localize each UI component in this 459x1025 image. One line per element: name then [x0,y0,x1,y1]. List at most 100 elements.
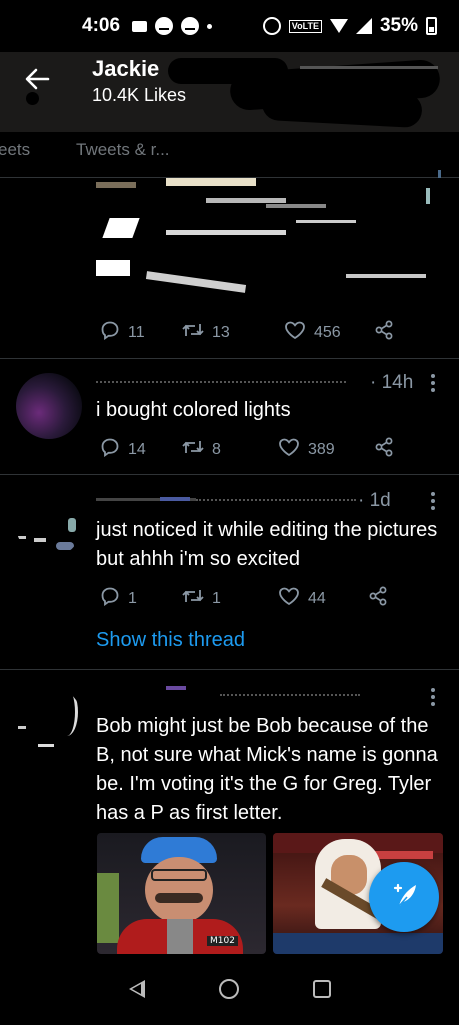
messenger-icon-2 [181,17,200,35]
like-button[interactable]: 44 [278,586,368,611]
share-icon [374,437,394,462]
tweet-1-actions: 11 13 456 [100,320,394,345]
wifi-icon [329,19,348,33]
tweet-2-text: i bought colored lights [96,399,291,421]
battery-icon [426,17,437,35]
status-bar: 4:06 VoLTE 35% [0,0,459,52]
profile-likes-count: 10.4K Likes [92,85,187,105]
share-button[interactable] [374,320,394,345]
nav-recents-icon[interactable] [313,980,331,998]
compose-feather-icon [387,878,421,917]
like-count: 44 [308,589,326,607]
retweet-count: 1 [212,589,221,607]
photo-badge-text: M102 [207,936,238,946]
share-icon [368,586,388,611]
tweet-2-avatar[interactable] [16,373,82,439]
media-streak [102,218,140,238]
status-time: 4:06 [82,15,121,36]
reply-button[interactable]: 11 [100,320,182,345]
photo-background-light [97,873,119,943]
tweet-3-time: · 1d [358,490,391,511]
photo-mustache [155,893,203,903]
reply-count: 1 [128,589,137,607]
system-icons: VoLTE 35% [262,15,437,37]
show-this-thread-link[interactable]: Show this thread [96,629,245,652]
tab-tweets[interactable]: eets [0,140,30,160]
redaction-dot [26,92,39,105]
avatar-fragment [56,688,78,736]
media-streak [145,271,247,293]
nav-home-icon[interactable] [219,979,239,999]
avatar-fragment [18,726,26,729]
redacted-username [220,694,360,697]
reply-icon [100,437,120,462]
photo-face [145,857,213,923]
reply-button[interactable]: 1 [100,586,182,611]
more-notifications-dot-icon [207,23,213,29]
media-streak [426,188,430,204]
video-camera-icon [132,20,148,32]
header-banner-edge [300,66,438,69]
notification-icons [132,17,213,35]
reply-button[interactable]: 14 [100,437,182,462]
retweet-button[interactable]: 13 [182,320,284,345]
tweet-4-photo-1[interactable]: M102 [97,833,266,954]
retweet-icon [182,437,204,462]
like-count: 389 [308,440,335,458]
battery-percent: 35% [379,15,418,36]
profile-tabs: eets Tweets & r... [0,132,459,190]
arrow-left-icon[interactable] [24,66,50,92]
like-button[interactable]: 389 [278,437,374,462]
media-streak [96,182,136,188]
tweet-4-avatar[interactable] [16,686,82,752]
tweet-3-text: just noticed it while editing the pictur… [96,519,438,570]
more-options-icon[interactable] [431,374,435,395]
tab-tweets-and-replies[interactable]: Tweets & r... [76,140,170,160]
tweet-2-time: · 14h [370,372,414,393]
share-button[interactable] [368,586,388,611]
heart-icon [278,437,300,462]
tweet-2-actions: 14 8 389 [100,437,394,462]
tweet-divider [0,474,459,475]
tweet-1-media[interactable] [96,178,441,306]
nav-back-icon[interactable] [129,980,145,998]
retweet-count: 13 [212,323,230,341]
media-streak [266,204,326,208]
retweet-count: 8 [212,440,221,458]
share-button[interactable] [374,437,394,462]
retweet-button[interactable]: 1 [182,586,278,611]
avatar-fragment [38,744,54,747]
heart-icon [278,586,300,611]
tweet-divider [0,669,459,670]
redaction-mark [261,85,423,129]
tweet-3-avatar[interactable] [16,492,82,558]
profile-name: Jackie [92,56,160,81]
redacted-username [96,381,346,385]
redacted-username [196,499,356,502]
reply-count: 14 [128,440,146,458]
retweet-icon [182,586,204,611]
avatar-fragment [18,536,26,539]
media-streak [296,220,356,223]
more-options-icon[interactable] [431,492,435,513]
volte-icon: VoLTE [288,19,322,33]
cell-signal-icon [355,18,372,34]
like-button[interactable]: 456 [284,320,374,345]
messenger-icon [155,17,174,35]
tweet-4-text: Bob might just be Bob because of the B, … [96,715,438,824]
redacted-username [166,686,186,690]
redaction-mark [240,142,440,166]
avatar-fragment [56,542,74,550]
tweet-divider [0,358,459,359]
media-streak [96,260,130,276]
avatar-fragment [68,518,76,532]
like-count: 456 [314,323,341,341]
retweet-button[interactable]: 8 [182,437,278,462]
tweet-3-actions: 1 1 44 [100,586,388,611]
heart-icon [284,320,306,345]
media-streak [346,274,426,278]
compose-tweet-button[interactable] [369,862,439,932]
redaction-mark [60,132,270,142]
profile-header: Jackie 10.4K Likes [0,52,459,132]
more-options-icon[interactable] [431,688,435,709]
